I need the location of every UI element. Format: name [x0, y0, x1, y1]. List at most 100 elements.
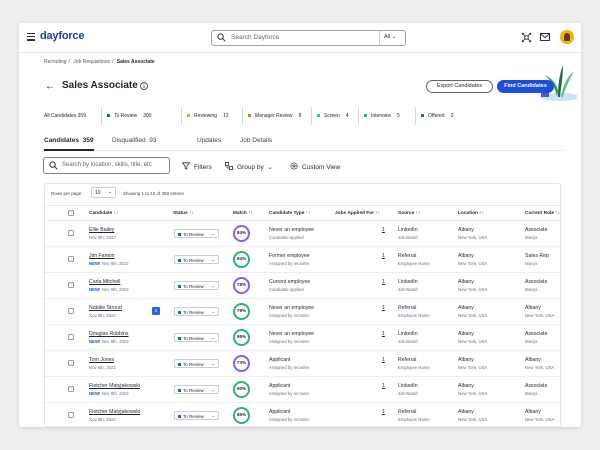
table-row[interactable]: Jim Fanton NEW! Nov 9th, 2022 To Review ⌄ 84…: [45, 247, 562, 273]
network-icon[interactable]: [521, 32, 532, 43]
stage-screen[interactable]: Screen 4: [311, 107, 349, 125]
column-header-match[interactable]: Match ↑↓: [233, 211, 253, 216]
status-select[interactable]: To Review ⌄: [174, 307, 219, 316]
tab-job-details[interactable]: Job Details: [240, 137, 272, 144]
match-score: 90%: [236, 386, 246, 391]
column-header-source[interactable]: Source ↑↓: [398, 211, 420, 216]
breadcrumb-recruiting[interactable]: Recruiting: [44, 59, 67, 65]
tab-candidates[interactable]: Candidates 359: [44, 137, 94, 151]
stage-to-review[interactable]: To Review 300: [101, 107, 151, 125]
stage-label: Reviewing: [194, 113, 218, 119]
candidate-name-link[interactable]: Tom Jones: [89, 357, 114, 363]
table-row[interactable]: Carla Mitchell NEW! Nov 9th, 2022 To Revie…: [45, 273, 562, 299]
candidate-type-detail: Assigned by recruiter: [269, 365, 310, 370]
stage-interview[interactable]: Interview 5: [358, 107, 400, 125]
info-icon[interactable]: [140, 82, 148, 90]
stage-offered[interactable]: Offered 3: [415, 107, 453, 125]
group-by-button[interactable]: Group by ⌄: [225, 162, 273, 171]
column-header-location[interactable]: Location ↑↓: [458, 211, 484, 216]
breadcrumb-job-requisitions[interactable]: Job Requisitions: [73, 59, 110, 65]
current-role: Associate: [525, 227, 548, 233]
user-avatar[interactable]: [560, 30, 574, 44]
source-detail: Job Board: [398, 391, 418, 396]
candidate-name-link[interactable]: Carla Mitchell: [89, 279, 120, 285]
row-checkbox[interactable]: [68, 334, 74, 340]
row-checkbox[interactable]: [68, 230, 74, 236]
dayforce-logo[interactable]: dayforce: [40, 30, 84, 42]
current-company: Macys: [525, 339, 538, 344]
column-header-candidate[interactable]: Candidate ↑↓: [89, 211, 118, 216]
table-row[interactable]: Douglas Robbins NEW! Nov 8th, 2022 To Revi…: [45, 325, 562, 351]
export-candidates-button[interactable]: Export Candidates: [426, 80, 493, 93]
rows-per-page-select[interactable]: 10 ⌄: [91, 187, 116, 198]
find-candidates-button[interactable]: Find Candidates: [497, 80, 554, 93]
status-select[interactable]: To Review ⌄: [174, 333, 219, 342]
candidate-search-input[interactable]: Search by location, skills, title, etc: [43, 157, 170, 174]
match-score: 84%: [236, 230, 246, 235]
match-score-ring: 85%: [233, 407, 250, 424]
stage-manager-review[interactable]: Manager Review 8: [242, 107, 301, 125]
global-search-input[interactable]: Search Dayforce All ⌄: [211, 30, 406, 46]
row-checkbox[interactable]: [68, 360, 74, 366]
candidate-name-link[interactable]: Jim Fanton: [89, 253, 115, 259]
jobs-applied-link[interactable]: 1: [382, 279, 385, 285]
sort-icon: ↑↓: [555, 211, 561, 216]
status-select[interactable]: To Review ⌄: [174, 359, 219, 368]
table-row[interactable]: Fletcher Matyjakowski NEW! Nov 8th, 2022 T…: [45, 377, 562, 403]
chevron-down-icon: ⌄: [211, 230, 215, 236]
jobs-applied-link[interactable]: 1: [382, 331, 385, 337]
mail-icon[interactable]: [540, 33, 550, 41]
location-city: Albany: [458, 331, 474, 337]
status-select[interactable]: To Review ⌄: [174, 281, 219, 290]
stage-count: 12: [223, 113, 229, 119]
jobs-applied-link[interactable]: 1: [382, 383, 385, 389]
row-checkbox[interactable]: [68, 256, 74, 262]
back-arrow-icon[interactable]: ←: [45, 81, 55, 92]
jobs-applied-link[interactable]: 1: [382, 253, 385, 259]
status-select[interactable]: To Review ⌄: [174, 255, 219, 264]
candidate-type-detail: Candidate applied: [269, 287, 304, 292]
candidate-name-link[interactable]: Douglas Robbins: [89, 331, 129, 337]
stage-reviewing[interactable]: Reviewing 12: [181, 107, 229, 125]
status-color-swatch: [178, 284, 181, 288]
jobs-applied-link[interactable]: 1: [382, 409, 385, 415]
location-city: Albany: [458, 409, 474, 415]
table-row[interactable]: Natalie Stroud Nov 8th, 2022 2 To Review ⌄ 78…: [45, 299, 562, 325]
jobs-applied-link[interactable]: 1: [382, 305, 385, 311]
stage-all-candidates[interactable]: All Candidates 359: [44, 107, 86, 125]
menu-icon[interactable]: [27, 33, 35, 41]
row-checkbox[interactable]: [68, 386, 74, 392]
table-row[interactable]: Ellie Bailey Nov 9th, 2022 To Review ⌄ 84% Ne…: [45, 221, 562, 247]
jobs-applied-link[interactable]: 1: [382, 227, 385, 233]
table-row[interactable]: Tom Jones Nov 8th, 2022 To Review ⌄ 73% Appli…: [45, 351, 562, 377]
match-score-ring: 84%: [233, 251, 250, 268]
filters-button[interactable]: Filters: [181, 162, 212, 171]
tab-updates[interactable]: Updates: [197, 137, 221, 144]
candidate-name-link[interactable]: Fletcher Matyjakowski: [89, 383, 140, 389]
table-row[interactable]: Fletcher Matyjakowski Nov 8th, 2022 To Rev…: [45, 403, 562, 427]
candidate-type-detail: Assigned by recruiter: [269, 417, 310, 422]
custom-view-button[interactable]: Custom View: [290, 162, 340, 171]
status-select[interactable]: To Review ⌄: [174, 411, 219, 420]
status-select[interactable]: To Review ⌄: [174, 385, 219, 394]
select-all-checkbox[interactable]: [68, 210, 74, 216]
filter-icon: [181, 162, 191, 170]
chevron-down-icon: ⌄: [211, 282, 215, 288]
column-header-jobs-applied[interactable]: Jobs Applied For ↑↓: [335, 211, 380, 216]
status-select[interactable]: To Review ⌄: [174, 229, 219, 238]
jobs-applied-link[interactable]: 1: [382, 357, 385, 363]
row-checkbox[interactable]: [68, 282, 74, 288]
candidate-name-link[interactable]: Ellie Bailey: [89, 227, 114, 233]
candidate-name-link[interactable]: Fletcher Matyjakowski: [89, 409, 140, 415]
top-bar: dayforce Search Dayforce All ⌄: [19, 23, 581, 53]
row-checkbox[interactable]: [68, 308, 74, 314]
search-scope-select[interactable]: All ⌄: [379, 31, 405, 45]
column-header-status[interactable]: Status ↑↓: [173, 211, 194, 216]
candidate-name-link[interactable]: Natalie Stroud: [89, 305, 122, 311]
column-header-current-role[interactable]: Current Role ↑↓: [525, 211, 560, 216]
message-count-badge[interactable]: 2: [152, 307, 160, 315]
row-checkbox[interactable]: [68, 412, 74, 418]
column-header-candidate-type[interactable]: Candidate Type ↑↓: [269, 211, 311, 216]
tab-disqualified[interactable]: Disqualified 93: [112, 137, 156, 144]
match-score: 73%: [236, 360, 246, 365]
